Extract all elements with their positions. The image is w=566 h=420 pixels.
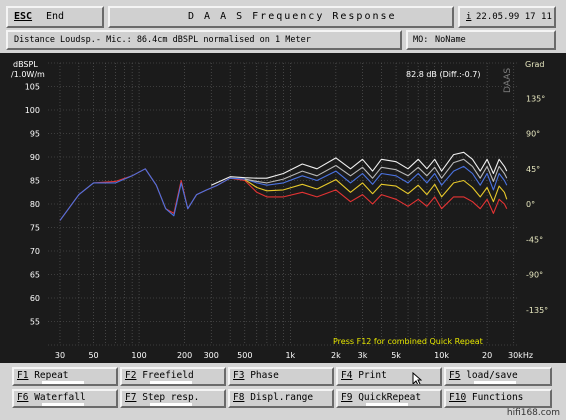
x-tick-label: 3k <box>358 351 368 360</box>
y-tick-label: 75 <box>30 224 40 233</box>
f7-step-resp-button[interactable]: F7 Step resp. <box>120 389 226 408</box>
y-tick-label: 100 <box>25 106 40 115</box>
y-tick-label: 90 <box>30 153 40 162</box>
f2-label: Freefield <box>142 370 194 381</box>
x-tick-label: 300 <box>204 351 219 360</box>
x-tick-label: 200 <box>177 351 192 360</box>
datetime-text: 22.05.99 17 11 <box>476 12 552 22</box>
f6-waterfall-button[interactable]: F6 Waterfall <box>12 389 118 408</box>
f10-functions-button[interactable]: F10 Functions <box>444 389 552 408</box>
y-tick-label: 105 <box>25 83 40 92</box>
title-bar: D A A S Frequency Response <box>108 6 454 28</box>
f2-indicator <box>150 381 192 384</box>
f1-label: Repeat <box>34 370 69 381</box>
f9-indicator <box>366 403 408 406</box>
f5-indicator <box>474 381 516 384</box>
y-tick-label: 70 <box>30 247 40 256</box>
f1-repeat-button[interactable]: F1 Repeat <box>12 367 118 386</box>
x-tick-label: 5k <box>391 351 401 360</box>
f2-freefield-button[interactable]: F2 Freefield <box>120 367 226 386</box>
f2-key-label: F2 <box>125 370 137 381</box>
f7-key-label: F7 <box>125 392 137 403</box>
f3-phase-button[interactable]: F3 Phase <box>228 367 334 386</box>
measurement-description-bar: Distance Loudsp.- Mic.: 86.4cm dBSPL nor… <box>6 30 402 50</box>
f3-key-label: F3 <box>233 370 245 381</box>
x-tick-label: 2k <box>331 351 341 360</box>
f8-key-label: F8 <box>233 392 245 403</box>
phase-tick-label: 135° <box>526 94 545 103</box>
f9-key-label: F9 <box>341 392 353 403</box>
y-tick-label: 85 <box>30 177 40 186</box>
left-axis-unit-2: /1.0W/m <box>11 70 45 79</box>
x-tick-label: 50 <box>88 351 98 360</box>
left-axis-unit-1: dBSPL <box>13 60 38 69</box>
f9-quickrepeat-button[interactable]: F9 QuickRepeat <box>336 389 442 408</box>
x-tick-label: 20 <box>482 351 492 360</box>
measurement-description: Distance Loudsp.- Mic.: 86.4cm dBSPL nor… <box>14 35 311 45</box>
y-tick-label: 95 <box>30 130 40 139</box>
esc-end-button[interactable]: ESC End <box>6 6 104 28</box>
f7-indicator <box>150 403 192 406</box>
right-axis-unit: Grad <box>525 60 544 69</box>
f8-label: Displ.range <box>250 392 314 403</box>
daas-vertical-logo: DAAS <box>503 68 513 93</box>
f6-key-label: F6 <box>17 392 29 403</box>
f5-label: load/save <box>466 370 518 381</box>
f7-label: Step resp. <box>142 392 200 403</box>
x-tick-label: 10k <box>434 351 449 360</box>
info-icon: i <box>466 12 472 22</box>
level-readout: 82.8 dB (Diff.:-0.7) <box>406 70 480 79</box>
y-tick-label: 60 <box>30 294 40 303</box>
f4-label: Print <box>358 370 387 381</box>
quick-repeat-hint: Press F12 for combined Quick Repeat <box>333 337 483 346</box>
phase-tick-label: 0° <box>526 200 535 209</box>
f5-load-save-button[interactable]: F5 load/save <box>444 367 552 386</box>
x-tick-label: 100 <box>131 351 146 360</box>
f9-label: QuickRepeat <box>358 392 422 403</box>
esc-key-label: ESC <box>14 11 33 22</box>
mo-label: MO: <box>413 35 429 45</box>
y-tick-label: 80 <box>30 200 40 209</box>
f10-key-label: F10 <box>449 392 467 403</box>
f4-key-label: F4 <box>341 370 353 381</box>
f1-indicator <box>42 381 84 384</box>
mo-value: NoName <box>435 35 466 45</box>
f10-label: Functions <box>471 392 524 403</box>
f4-print-button[interactable]: F4 Print <box>336 367 442 386</box>
phase-tick-label: 45° <box>526 165 540 174</box>
datetime-panel: i 22.05.99 17 11 <box>458 6 556 28</box>
f5-key-label: F5 <box>449 370 461 381</box>
y-tick-label: 65 <box>30 271 40 280</box>
phase-tick-label: 90° <box>526 130 540 139</box>
x-tick-label: 500 <box>237 351 252 360</box>
y-tick-label: 55 <box>30 318 40 327</box>
frequency-response-chart: 55 60 65 70 75 80 85 90 95 100 105 30 50 100 200 300 500… <box>0 53 566 363</box>
x-tick-label: 30 <box>55 351 65 360</box>
f1-key-label: F1 <box>17 370 29 381</box>
f8-displ-range-button[interactable]: F8 Displ.range <box>228 389 334 408</box>
phase-tick-label: -45° <box>526 235 543 244</box>
f6-label: Waterfall <box>34 392 86 403</box>
end-label: End <box>46 11 65 22</box>
x-tick-label: 1k <box>285 351 295 360</box>
phase-tick-label: -135° <box>526 306 548 315</box>
site-watermark: hifi168.com <box>506 408 560 418</box>
x-axis-unit: 30kHz <box>508 351 533 360</box>
mouse-cursor-icon <box>412 372 422 384</box>
phase-tick-label: -90° <box>526 271 543 280</box>
model-panel: MO: NoName <box>406 30 556 50</box>
f6-indicator <box>42 403 84 406</box>
page-title: D A A S Frequency Response <box>188 11 397 22</box>
f3-label: Phase <box>250 370 279 381</box>
